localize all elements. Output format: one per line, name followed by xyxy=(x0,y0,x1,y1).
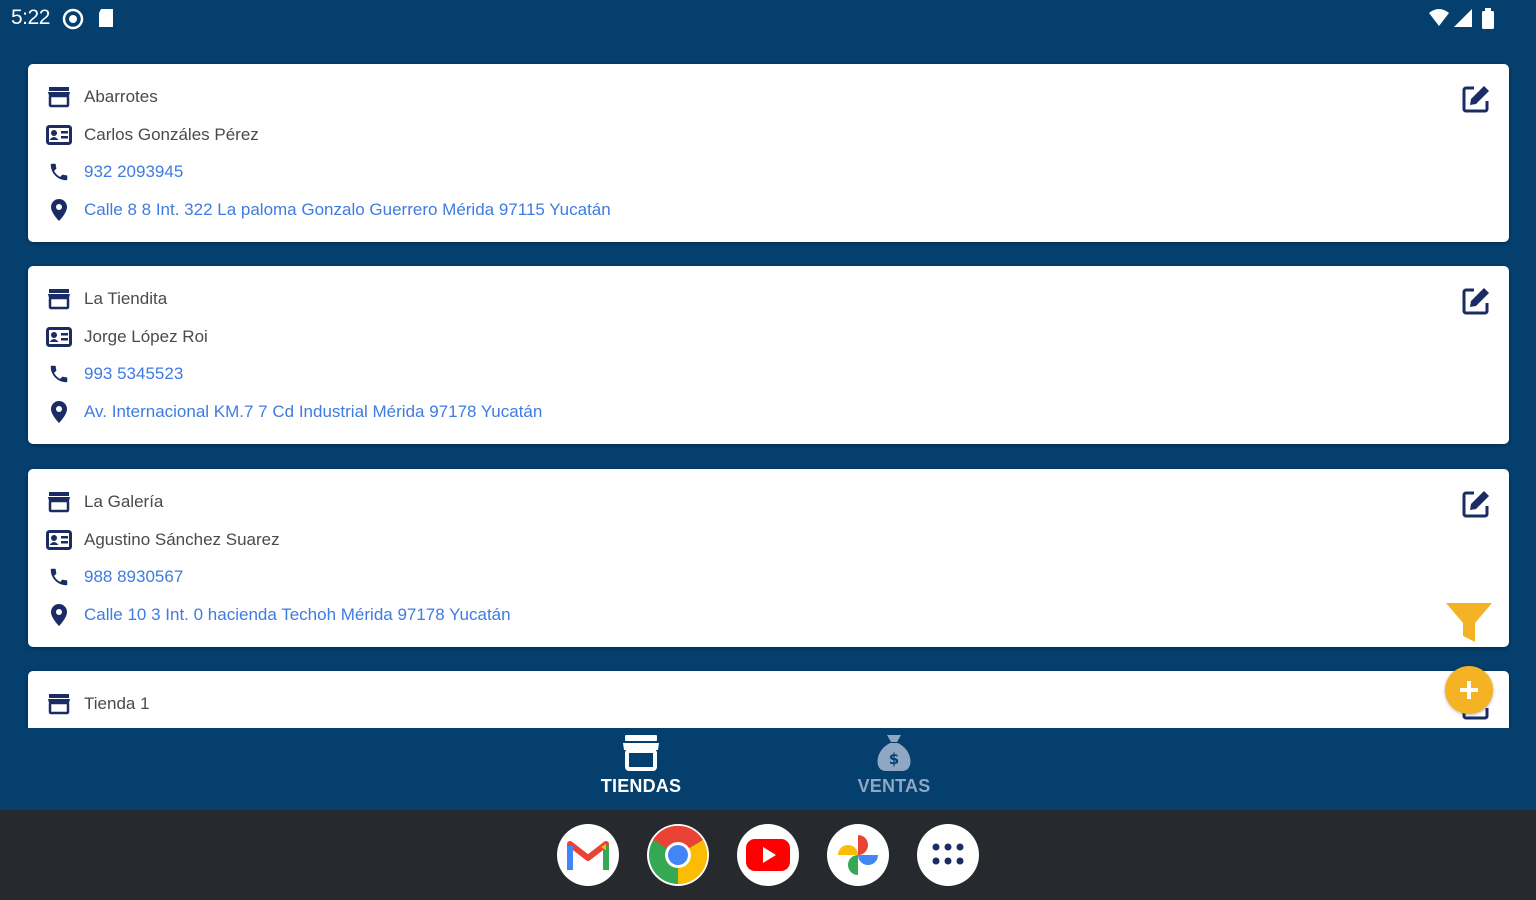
phone-icon xyxy=(46,564,72,590)
store-icon xyxy=(623,735,659,771)
location-pin-icon xyxy=(46,197,72,223)
edit-store-button[interactable] xyxy=(1459,487,1493,521)
store-icon xyxy=(46,691,72,717)
photos-icon[interactable] xyxy=(827,824,889,886)
app-dock xyxy=(0,810,1536,900)
youtube-icon[interactable] xyxy=(737,824,799,886)
id-card-icon xyxy=(46,527,72,553)
store-name: La Tiendita xyxy=(84,289,168,308)
edit-icon xyxy=(1462,288,1489,315)
phone-icon xyxy=(46,361,72,387)
location-pin-icon xyxy=(46,399,72,425)
store-name: Abarrotes xyxy=(84,87,158,106)
id-card-icon xyxy=(46,122,72,148)
store-icon xyxy=(46,489,72,515)
edit-icon xyxy=(1462,491,1489,518)
store-card[interactable]: La Galería Agustino Sánchez Suarez 988 8… xyxy=(28,469,1509,647)
store-phone-link[interactable]: 932 2093945 xyxy=(84,162,183,182)
edit-store-button[interactable] xyxy=(1459,284,1493,318)
sd-card-icon xyxy=(97,8,115,34)
chrome-icon[interactable] xyxy=(647,824,709,886)
money-bag-icon: $ xyxy=(877,735,911,771)
status-bar: 5:22 xyxy=(0,0,1536,38)
wifi-icon xyxy=(1428,8,1450,34)
store-icon xyxy=(46,84,72,110)
store-owner: Agustino Sánchez Suarez xyxy=(84,530,280,549)
store-address-link[interactable]: Calle 8 8 Int. 322 La paloma Gonzalo Gue… xyxy=(84,200,611,220)
battery-icon xyxy=(1481,8,1495,36)
sync-status-icon xyxy=(62,8,84,36)
store-owner: Carlos Gonzáles Pérez xyxy=(84,125,259,144)
store-card[interactable]: La Tiendita Jorge López Roi 993 5345523 … xyxy=(28,266,1509,444)
store-phone-link[interactable]: 988 8930567 xyxy=(84,567,183,587)
filter-icon xyxy=(1446,603,1492,642)
gmail-icon[interactable] xyxy=(557,824,619,886)
tab-ventas[interactable]: $ VENTAS xyxy=(814,734,974,806)
tab-tiendas-label: TIENDAS xyxy=(600,776,682,796)
add-store-button[interactable] xyxy=(1445,666,1493,714)
status-time: 5:22 xyxy=(11,6,50,29)
store-list[interactable]: Abarrotes Carlos Gonzáles Pérez 932 2093… xyxy=(0,38,1536,728)
filter-button[interactable] xyxy=(1443,600,1495,648)
bottom-navigation: TIENDAS $ VENTAS xyxy=(0,728,1536,810)
tab-tiendas[interactable]: TIENDAS xyxy=(561,734,721,806)
store-address-link[interactable]: Calle 10 3 Int. 0 hacienda Techoh Mérida… xyxy=(84,605,511,625)
edit-icon xyxy=(1462,86,1489,113)
store-icon xyxy=(46,286,72,312)
phone-icon xyxy=(46,159,72,185)
edit-store-button[interactable] xyxy=(1459,82,1493,116)
plus-icon xyxy=(1460,681,1478,699)
store-owner: Jorge López Roi xyxy=(84,327,208,346)
location-pin-icon xyxy=(46,602,72,628)
store-name: La Galería xyxy=(84,492,164,511)
store-phone-link[interactable]: 993 5345523 xyxy=(84,364,183,384)
store-name: Tienda 1 xyxy=(84,694,150,713)
cell-signal-icon xyxy=(1453,8,1473,34)
store-card[interactable]: Abarrotes Carlos Gonzáles Pérez 932 2093… xyxy=(28,64,1509,242)
svg-text:$: $ xyxy=(889,750,899,768)
tab-ventas-label: VENTAS xyxy=(857,776,931,796)
store-card[interactable]: Tienda 1 xyxy=(28,671,1509,728)
app-drawer-icon[interactable] xyxy=(917,824,979,886)
id-card-icon xyxy=(46,324,72,350)
store-address-link[interactable]: Av. Internacional KM.7 7 Cd Industrial M… xyxy=(84,402,542,422)
